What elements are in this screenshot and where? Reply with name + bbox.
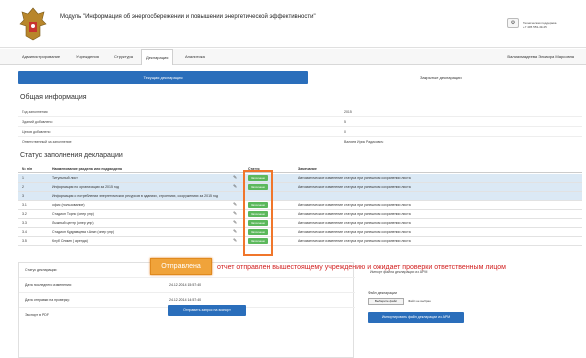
divider xyxy=(18,116,582,117)
row-note: Автоматическое изменение статуса при усп… xyxy=(298,185,411,189)
header-note: Замечание xyxy=(298,167,317,171)
pencil-icon[interactable]: ✎ xyxy=(233,202,237,208)
tab-current-declaration[interactable]: Текущая декларация xyxy=(18,71,308,84)
file-label: Файл декларации xyxy=(368,291,397,295)
main-navbar: Администрирование Учреждения Структура Д… xyxy=(0,49,586,65)
info-value-buildings: 5 xyxy=(344,120,346,124)
table-row: 3.4 Стадион Кудрявцева г.Анкп (опер упр)… xyxy=(18,228,582,237)
nav-item-structure[interactable]: Структура xyxy=(110,49,137,65)
row-num: 3 xyxy=(22,194,24,198)
table-row: 3 Информация о потреблении энергетически… xyxy=(18,192,582,201)
file-status: Файл не выбран xyxy=(408,299,431,303)
changed-label: Дата последнего изменения: xyxy=(25,283,72,287)
support-phone: +7 495 553-49-45 xyxy=(523,25,547,29)
header-num: № п/п xyxy=(22,167,33,171)
tab-closed-declarations[interactable]: Закрытые декларации xyxy=(420,75,462,80)
header-section: Наименование раздела или подраздела xyxy=(52,167,122,171)
status-title: Статус заполнения декларации xyxy=(20,152,123,159)
divider xyxy=(18,136,582,137)
export-label: Экспорт в PDF xyxy=(25,313,49,317)
declaration-status-badge: Отправлена xyxy=(150,258,212,275)
table-row: 3.1 офис (пользование) ✎ Заполнено Автом… xyxy=(18,201,582,210)
row-num: 2 xyxy=(22,185,24,189)
row-note: Автоматическое изменение статуса при усп… xyxy=(298,221,411,225)
import-title: Импорт файла декларации из АРМ xyxy=(370,270,428,274)
table-row: 2 Информация по организации за 2015 год … xyxy=(18,183,582,192)
row-name: Стадион Торпс (опер упр) xyxy=(52,212,94,216)
changed-value: 24.12.2014 15:57:40 xyxy=(169,283,202,287)
app-header: Модуль "Информация об энергосбережении и… xyxy=(0,0,586,48)
support-info: Техническая поддержка +7 495 553-49-45 xyxy=(523,21,556,29)
nav-item-admin[interactable]: Администрирование xyxy=(18,49,64,65)
info-value-workshops: 0 xyxy=(344,130,346,134)
table-row: 1 Титульный лист ✎ Заполнено Автоматичес… xyxy=(18,174,582,183)
info-label-buildings: Зданий добавлено xyxy=(22,120,53,124)
table-row: 3.2 Стадион Торпс (опер упр) ✎ Заполнено… xyxy=(18,210,582,219)
table-row: 3.3 Лыжный центр (опер упр) ✎ Заполнено … xyxy=(18,219,582,228)
info-value-responsible: Валиев Ирик Радикович xyxy=(344,140,384,144)
row-note: Автоматическое изменение статуса при усп… xyxy=(298,203,411,207)
sent-label: Дата отправки на проверку: xyxy=(25,298,70,302)
send-export-button[interactable]: Отправить запрос на экспорт xyxy=(168,305,246,316)
table-row: 3.5 Клуб Олимп ( аренда) ✎ Заполнено Авт… xyxy=(18,237,582,246)
row-name: Титульный лист xyxy=(52,176,78,180)
info-value-year: 2015 xyxy=(344,110,352,114)
row-num: 3.2 xyxy=(22,212,27,216)
status-label: Статус декларации: xyxy=(25,268,58,272)
pencil-icon[interactable]: ✎ xyxy=(233,220,237,226)
sent-value: 24.12.2014 14:57:40 xyxy=(169,298,202,302)
status-column-highlight xyxy=(243,170,273,256)
row-num: 3.4 xyxy=(22,230,27,234)
import-button[interactable]: Импортировать файл декларации из АРМ xyxy=(368,312,464,323)
pencil-icon[interactable]: ✎ xyxy=(233,238,237,244)
info-label-responsible: Ответственный за заполнение xyxy=(22,140,72,144)
row-note: Автоматическое изменение статуса при усп… xyxy=(298,212,411,216)
row-note: Автоматическое изменение статуса при усп… xyxy=(298,176,411,180)
row-num: 1 xyxy=(22,176,24,180)
row-name: офис (пользование) xyxy=(52,203,85,207)
row-name: Информация о потреблении энергетических … xyxy=(52,194,219,198)
general-info-title: Общая информация xyxy=(20,94,87,101)
coat-of-arms-icon xyxy=(19,7,47,41)
row-name: Лыжный центр (опер упр) xyxy=(52,221,94,225)
row-num: 3.5 xyxy=(22,239,27,243)
pencil-icon[interactable]: ✎ xyxy=(233,184,237,190)
pencil-icon[interactable]: ✎ xyxy=(233,229,237,235)
row-num: 3.1 xyxy=(22,203,27,207)
row-name: Клуб Олимп ( аренда) xyxy=(52,239,88,243)
row-name: Информация по организации за 2015 год xyxy=(52,185,119,189)
table-header: № п/п Наименование раздела или подраздел… xyxy=(18,165,582,173)
nav-item-declaration[interactable]: Декларация xyxy=(141,49,174,65)
row-name: Стадион Кудрявцева г.Анкп (опер упр) xyxy=(52,230,115,234)
row-note: Автоматическое изменение статуса при усп… xyxy=(298,230,411,234)
choose-file-button[interactable]: Выберите файл xyxy=(368,298,404,305)
nav-item-analytics[interactable]: Аналитика xyxy=(181,49,209,65)
row-note: Автоматическое изменение статуса при усп… xyxy=(298,239,411,243)
info-label-year: Год заполнения xyxy=(22,110,48,114)
import-panel: Импорт файла декларации из АРМ Файл декл… xyxy=(360,262,582,358)
changed-row: Дата последнего изменения: 24.12.2014 15… xyxy=(19,278,355,293)
pencil-icon[interactable]: ✎ xyxy=(233,211,237,217)
pencil-icon[interactable]: ✎ xyxy=(233,175,237,181)
nav-item-institutions[interactable]: Учреждения xyxy=(72,49,103,65)
divider xyxy=(18,126,582,127)
row-num: 3.3 xyxy=(22,221,27,225)
user-name[interactable]: Валиахмадеева Эльвира Марсовна xyxy=(507,49,574,65)
info-label-workshops: Цехов добавлено xyxy=(22,130,51,134)
app-title: Модуль "Информация об энергосбережении и… xyxy=(60,14,316,20)
gear-icon[interactable]: ⚙ xyxy=(507,18,519,28)
